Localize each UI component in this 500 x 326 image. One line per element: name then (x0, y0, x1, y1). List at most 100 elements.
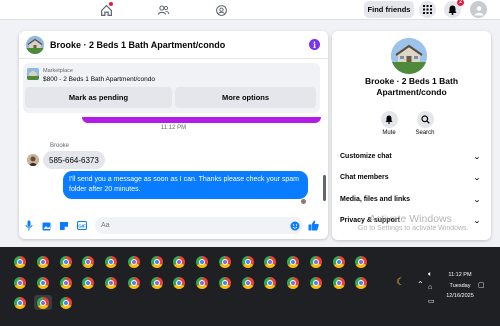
mute-bell-icon[interactable] (380, 111, 398, 128)
chrome-profile-icon[interactable] (310, 256, 322, 268)
chrome-profile-icon[interactable] (333, 277, 345, 289)
like-thumb-icon[interactable] (308, 220, 319, 231)
chrome-center-dot (17, 300, 23, 306)
chrome-profile-icon[interactable] (37, 297, 49, 309)
chrome-profile-icon[interactable] (287, 256, 299, 268)
chrome-center-dot (63, 259, 69, 265)
chrome-center-dot (40, 300, 46, 306)
info-icon[interactable]: i (309, 39, 320, 50)
chrome-profile-icon[interactable] (173, 256, 185, 268)
panel-conversation-name: Brooke · 2 Beds 1 Bath Apartment/condo (364, 76, 459, 97)
top-navigation-bar: Find friends 2 (0, 0, 500, 20)
chrome-center-dot (290, 280, 296, 286)
chrome-profile-icon[interactable] (151, 256, 163, 268)
conversation-info-panel: Brooke · 2 Beds 1 Bath Apartment/condo M… (332, 31, 491, 240)
svg-text:GIF: GIF (78, 224, 86, 229)
chrome-center-dot (358, 280, 364, 286)
mark-as-pending-button[interactable]: Mark as pending (25, 87, 172, 108)
clock-date[interactable]: 12/16/2025 (440, 293, 480, 299)
previous-message-bubble (82, 117, 321, 123)
chrome-profile-icon[interactable] (355, 277, 367, 289)
chat-members-label: Chat members (340, 174, 389, 181)
chrome-profile-icon[interactable] (82, 256, 94, 268)
more-options-button[interactable]: More options (175, 87, 316, 108)
seen-indicator-avatar (301, 199, 306, 204)
chat-title[interactable]: Brooke · 2 Beds 1 Bath Apartment/condo (50, 40, 225, 50)
chat-scrollbar[interactable] (323, 175, 326, 201)
compose-bar: GIF (19, 213, 328, 239)
emoji-icon[interactable] (289, 220, 300, 231)
chrome-profile-icon[interactable] (196, 277, 208, 289)
groups-icon[interactable] (213, 2, 229, 18)
image-attach-icon[interactable] (41, 220, 52, 231)
chrome-profile-icon[interactable] (14, 277, 26, 289)
chrome-profile-icon[interactable] (264, 277, 276, 289)
chrome-profile-icon[interactable] (37, 277, 49, 289)
chevron-up-icon[interactable]: ⌃ (417, 280, 424, 289)
chevron-down-icon: ⌄ (473, 154, 481, 161)
chrome-center-dot (40, 280, 46, 286)
sender-avatar[interactable] (27, 154, 39, 166)
media-files-links-row[interactable]: Media, files and links ⌄ (340, 196, 481, 204)
battery-icon[interactable]: ▭ (428, 297, 435, 305)
chrome-profile-icon[interactable] (105, 256, 117, 268)
chat-members-row[interactable]: Chat members ⌄ (340, 174, 481, 182)
friends-icon[interactable] (155, 2, 171, 18)
speaker-icon[interactable]: 🔈︎ (428, 271, 432, 279)
chrome-center-dot (108, 259, 114, 265)
chrome-profile-icon[interactable] (37, 256, 49, 268)
chrome-profile-icon[interactable] (264, 256, 276, 268)
chrome-profile-icon[interactable] (219, 277, 231, 289)
chrome-center-dot (176, 259, 182, 265)
chrome-profile-icon[interactable] (310, 277, 322, 289)
chrome-profile-icon[interactable] (242, 277, 254, 289)
home-icon[interactable] (98, 2, 114, 18)
clock-time[interactable]: 11:12 PM (444, 272, 476, 278)
chrome-profile-icon[interactable] (333, 256, 345, 268)
chrome-center-dot (245, 280, 251, 286)
chrome-profile-icon[interactable] (287, 277, 299, 289)
microphone-icon[interactable] (23, 220, 34, 231)
chrome-profile-icon[interactable] (60, 277, 72, 289)
gif-icon[interactable]: GIF (76, 220, 87, 231)
message-input[interactable] (95, 217, 303, 234)
listing-description: $800 - 2 Beds 1 Bath Apartment/condo (43, 76, 156, 83)
chrome-profile-icon[interactable] (60, 256, 72, 268)
sticker-icon[interactable] (58, 220, 69, 231)
notification-count-badge: 2 (457, 0, 464, 6)
chrome-center-dot (222, 280, 228, 286)
chrome-center-dot (199, 259, 205, 265)
chrome-profile-icon[interactable] (14, 297, 26, 309)
chrome-profile-icon[interactable] (105, 277, 117, 289)
message-timestamp: 11:12 PM (160, 125, 187, 131)
chrome-profile-icon[interactable] (128, 256, 140, 268)
customize-chat-row[interactable]: Customize chat ⌄ (340, 153, 481, 161)
chrome-profile-icon[interactable] (219, 256, 231, 268)
network-icon[interactable]: ⌂ (428, 284, 432, 291)
chrome-center-dot (17, 280, 23, 286)
chrome-profile-icon[interactable] (355, 256, 367, 268)
night-mode-moon-icon[interactable]: ☾ (396, 277, 405, 288)
chrome-profile-icon[interactable] (151, 277, 163, 289)
chrome-profile-icon[interactable] (128, 277, 140, 289)
search-action[interactable]: Search (408, 111, 442, 136)
chrome-profile-icon[interactable] (242, 256, 254, 268)
chrome-profile-icon[interactable] (82, 277, 94, 289)
chat-header: Brooke · 2 Beds 1 Bath Apartment/condo i (19, 31, 328, 59)
search-icon[interactable] (416, 111, 434, 128)
chrome-profile-icon[interactable] (14, 256, 26, 268)
clock-day[interactable]: Tuesday (444, 283, 476, 289)
notification-center-icon[interactable]: ▢ (478, 281, 485, 289)
marketplace-listing-card: Marketplace $800 - 2 Beds 1 Bath Apartme… (23, 63, 320, 113)
chrome-profile-icon[interactable] (173, 277, 185, 289)
notifications-bell-icon[interactable]: 2 (444, 0, 464, 18)
find-friends-button[interactable]: Find friends (364, 1, 414, 18)
profile-avatar[interactable] (470, 1, 487, 18)
mute-action[interactable]: Mute (372, 111, 406, 136)
home-notification-dot (109, 2, 113, 6)
chrome-profile-icon[interactable] (60, 297, 72, 309)
chrome-profile-icon[interactable] (196, 256, 208, 268)
listing-avatar[interactable] (26, 36, 44, 54)
menu-grid-icon[interactable] (419, 1, 436, 18)
chrome-center-dot (358, 259, 364, 265)
